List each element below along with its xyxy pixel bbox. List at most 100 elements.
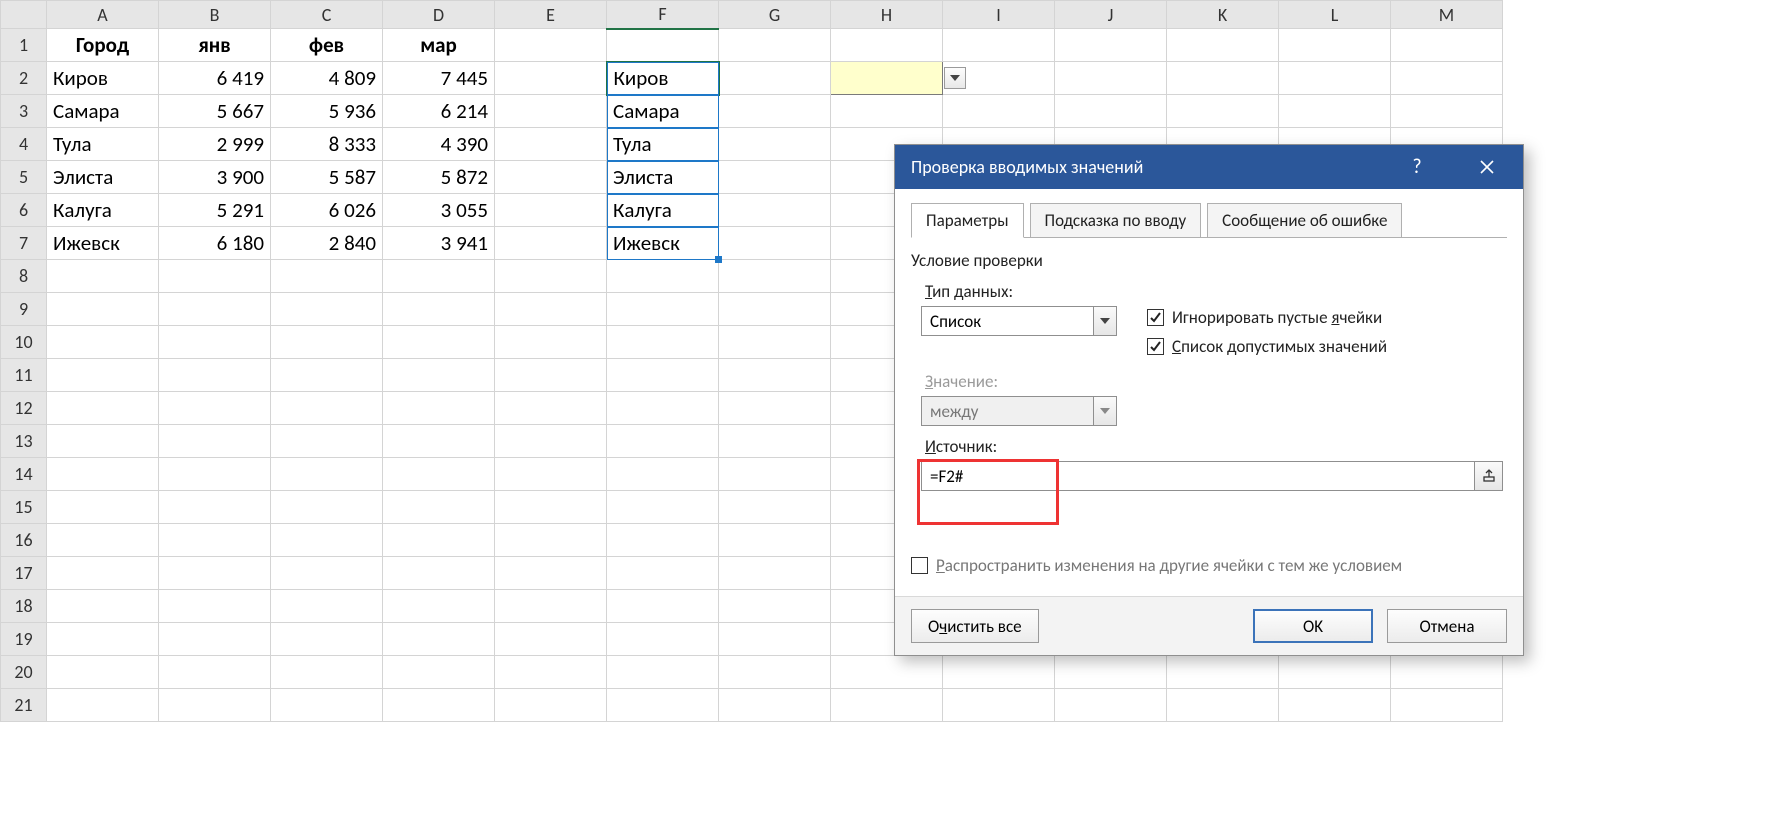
cell[interactable]: Киров xyxy=(47,62,159,95)
cell[interactable] xyxy=(271,260,383,293)
cell[interactable] xyxy=(271,458,383,491)
cell[interactable] xyxy=(159,359,271,392)
cell[interactable]: 3 055 xyxy=(383,194,495,227)
cell[interactable] xyxy=(47,458,159,491)
column-header[interactable]: G xyxy=(719,1,831,29)
cell[interactable]: Самара xyxy=(607,95,719,128)
row-header[interactable]: 10 xyxy=(1,326,47,359)
column-header[interactable]: A xyxy=(47,1,159,29)
cell[interactable] xyxy=(383,425,495,458)
cell[interactable] xyxy=(495,392,607,425)
cell[interactable] xyxy=(719,491,831,524)
cell[interactable] xyxy=(607,326,719,359)
cell[interactable] xyxy=(495,29,607,62)
cell[interactable] xyxy=(719,392,831,425)
cell[interactable] xyxy=(1167,656,1279,689)
cell[interactable] xyxy=(495,359,607,392)
cell[interactable] xyxy=(719,128,831,161)
cell[interactable] xyxy=(271,524,383,557)
row-header[interactable]: 7 xyxy=(1,227,47,260)
column-header[interactable]: B xyxy=(159,1,271,29)
cell[interactable] xyxy=(495,590,607,623)
row-header[interactable]: 14 xyxy=(1,458,47,491)
column-header[interactable]: J xyxy=(1055,1,1167,29)
cell[interactable] xyxy=(47,425,159,458)
row-header[interactable]: 4 xyxy=(1,128,47,161)
cell[interactable] xyxy=(719,359,831,392)
cell[interactable] xyxy=(831,62,943,95)
column-header[interactable]: I xyxy=(943,1,1055,29)
cell[interactable] xyxy=(719,557,831,590)
cell[interactable] xyxy=(1167,62,1279,95)
cell[interactable]: 8 333 xyxy=(271,128,383,161)
cell[interactable] xyxy=(495,62,607,95)
cell[interactable] xyxy=(1055,656,1167,689)
cell[interactable] xyxy=(383,689,495,722)
row-header[interactable]: 15 xyxy=(1,491,47,524)
cell[interactable] xyxy=(719,161,831,194)
cell[interactable] xyxy=(719,524,831,557)
cell[interactable] xyxy=(47,293,159,326)
cell[interactable]: мар xyxy=(383,29,495,62)
cell[interactable]: 3 941 xyxy=(383,227,495,260)
cell[interactable]: 6 419 xyxy=(159,62,271,95)
cell[interactable] xyxy=(383,491,495,524)
cell[interactable] xyxy=(607,491,719,524)
row-header[interactable]: 12 xyxy=(1,392,47,425)
cell[interactable]: Самара xyxy=(47,95,159,128)
ignore-blank-checkbox[interactable]: Игнорировать пустые ячейки xyxy=(1147,307,1387,328)
column-header[interactable]: C xyxy=(271,1,383,29)
cell[interactable] xyxy=(719,194,831,227)
cell[interactable] xyxy=(495,293,607,326)
cancel-button[interactable]: Отмена xyxy=(1387,609,1507,643)
cell[interactable] xyxy=(1279,62,1391,95)
dialog-help-button[interactable]: ? xyxy=(1397,145,1437,189)
cell-dropdown-button[interactable] xyxy=(944,67,966,89)
cell[interactable]: 6 026 xyxy=(271,194,383,227)
cell[interactable] xyxy=(383,392,495,425)
cell[interactable] xyxy=(159,425,271,458)
cell[interactable] xyxy=(1391,656,1503,689)
row-header[interactable]: 21 xyxy=(1,689,47,722)
cell[interactable] xyxy=(159,392,271,425)
row-header[interactable]: 11 xyxy=(1,359,47,392)
tab-error-alert[interactable]: Сообщение об ошибке xyxy=(1207,203,1402,238)
cell[interactable] xyxy=(1391,62,1503,95)
source-input[interactable] xyxy=(921,461,1475,491)
cell[interactable] xyxy=(1055,29,1167,62)
cell[interactable] xyxy=(271,689,383,722)
cell[interactable] xyxy=(719,95,831,128)
cell[interactable] xyxy=(271,359,383,392)
cell[interactable] xyxy=(831,29,943,62)
cell[interactable] xyxy=(1391,95,1503,128)
cell[interactable] xyxy=(271,590,383,623)
cell[interactable]: фев xyxy=(271,29,383,62)
cell[interactable] xyxy=(495,689,607,722)
cell[interactable] xyxy=(271,392,383,425)
cell[interactable] xyxy=(607,689,719,722)
cell[interactable] xyxy=(271,491,383,524)
ok-button[interactable]: OK xyxy=(1253,609,1373,643)
chevron-down-icon[interactable] xyxy=(1093,306,1117,336)
cell[interactable] xyxy=(607,590,719,623)
cell[interactable] xyxy=(47,392,159,425)
cell[interactable] xyxy=(495,425,607,458)
cell[interactable] xyxy=(47,359,159,392)
cell[interactable] xyxy=(719,623,831,656)
cell[interactable] xyxy=(719,227,831,260)
cell[interactable] xyxy=(271,557,383,590)
cell[interactable] xyxy=(495,656,607,689)
cell[interactable] xyxy=(719,260,831,293)
select-all-cell[interactable] xyxy=(1,1,47,29)
cell[interactable] xyxy=(47,656,159,689)
cell[interactable] xyxy=(159,557,271,590)
spill-range-handle[interactable] xyxy=(715,256,722,263)
cell[interactable] xyxy=(159,491,271,524)
row-header[interactable]: 19 xyxy=(1,623,47,656)
cell[interactable] xyxy=(47,689,159,722)
cell[interactable] xyxy=(495,458,607,491)
cell[interactable] xyxy=(159,293,271,326)
cell[interactable]: янв xyxy=(159,29,271,62)
cell[interactable] xyxy=(495,161,607,194)
allow-type-combo[interactable] xyxy=(921,306,1117,336)
